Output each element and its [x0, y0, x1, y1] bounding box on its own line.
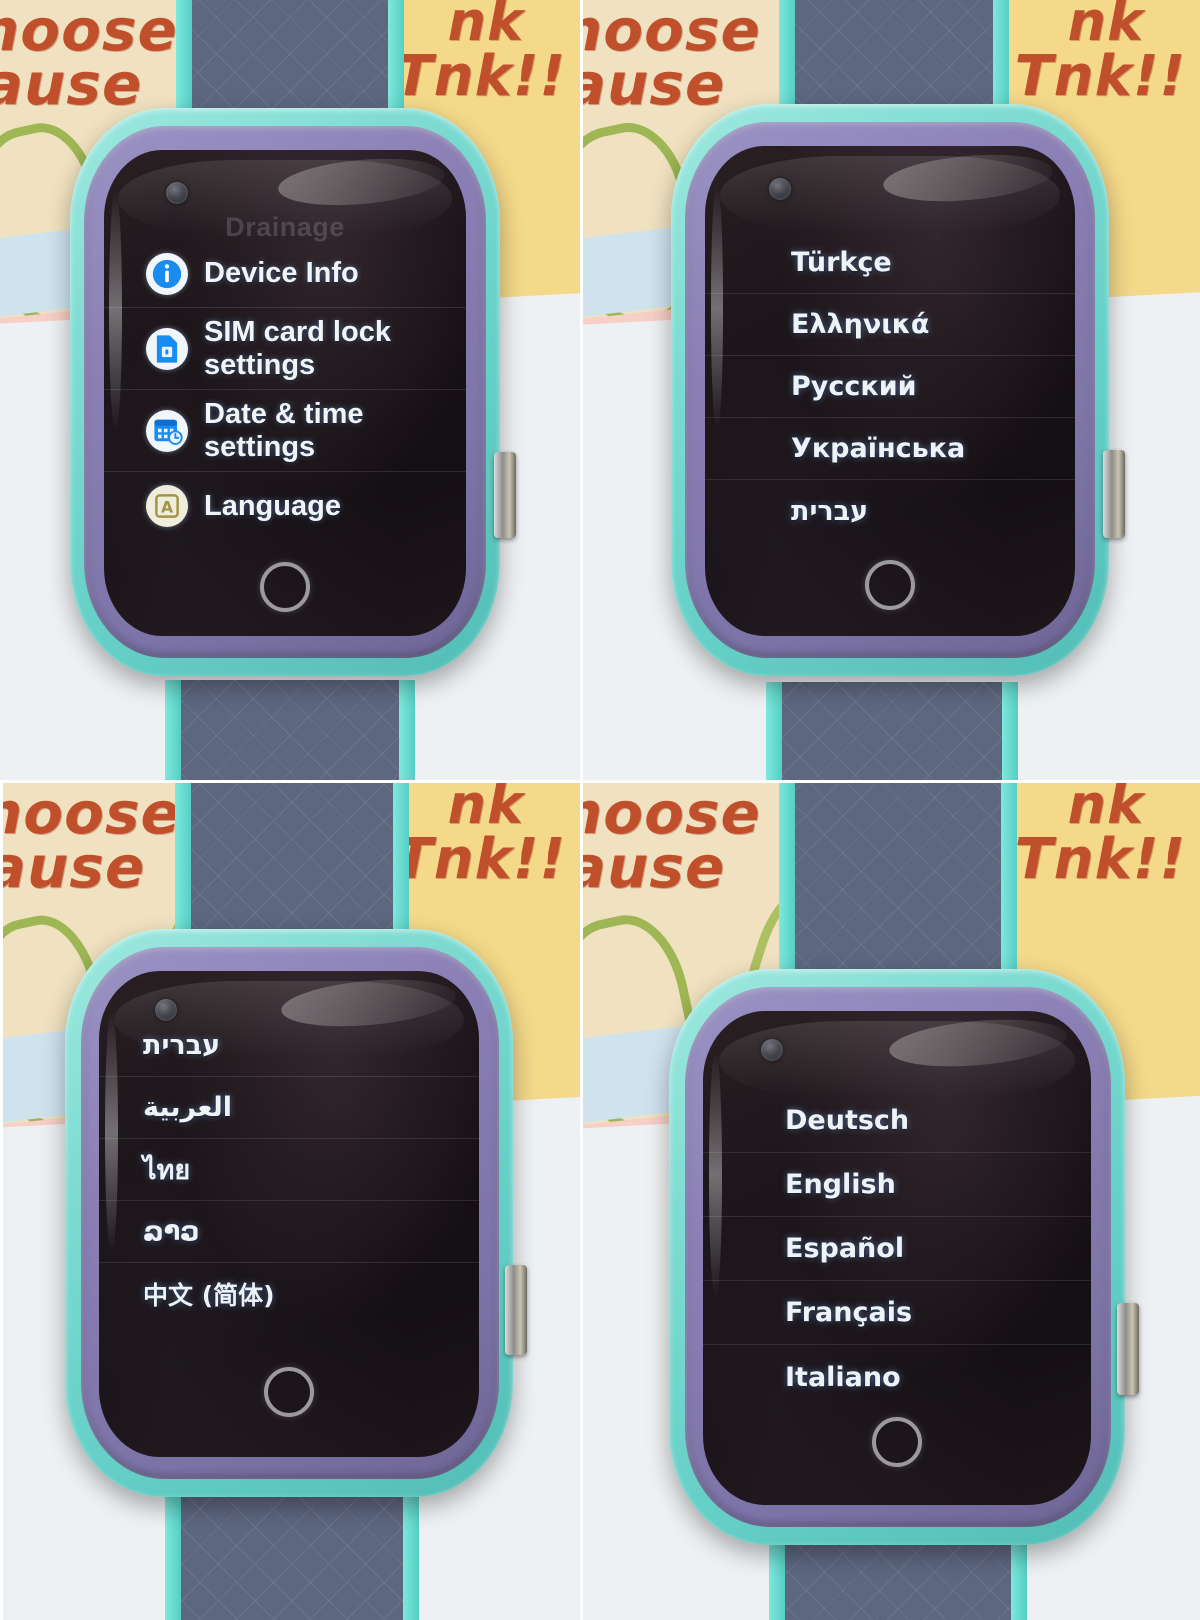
home-button[interactable]: [264, 1367, 314, 1417]
camera-icon: [166, 182, 188, 204]
watch-screen[interactable]: Türkçe Ελληνικά Русский Українська עברית: [705, 146, 1075, 636]
poster-word-ause: ause: [0, 50, 143, 118]
poster-word-ause: ause: [580, 50, 726, 118]
language-item-chinese-simplified[interactable]: 中文 (简体): [99, 1263, 479, 1325]
language-item-hebrew[interactable]: עברית: [99, 1015, 479, 1077]
calendar-clock-icon: [146, 409, 188, 452]
home-button[interactable]: [865, 560, 915, 610]
menu-item-label: Date & time settings: [204, 398, 364, 463]
screen-glare: [880, 148, 1055, 208]
home-button[interactable]: [872, 1417, 922, 1467]
menu-item-label: Device Info: [204, 257, 359, 290]
language-item-turkce[interactable]: Türkçe: [705, 232, 1075, 294]
language-item-english[interactable]: English: [703, 1153, 1091, 1217]
menu-item-label: Language: [204, 489, 341, 522]
menu-item-label: SIM card lock settings: [204, 316, 391, 381]
language-label: Français: [785, 1297, 913, 1328]
language-item-ellinika[interactable]: Ελληνικά: [705, 294, 1075, 356]
language-item-deutsch[interactable]: Deutsch: [703, 1089, 1091, 1153]
poster-word-tnk: Tnk!!: [394, 44, 566, 109]
watch-strap-bottom: [164, 1483, 419, 1620]
language-item-russkiy[interactable]: Русский: [705, 356, 1075, 418]
menu-item-device-info[interactable]: Device Info: [104, 240, 466, 308]
home-button[interactable]: [260, 562, 310, 612]
camera-icon: [769, 178, 791, 200]
language-label: Ελληνικά: [791, 309, 930, 340]
menu-item-sim-card-lock-settings[interactable]: SIM card lock settings: [104, 308, 466, 390]
menu-item-date-time-settings[interactable]: Date & time settings: [104, 390, 466, 472]
watch-side-button[interactable]: [1117, 1303, 1139, 1395]
poster-word-ause: ause: [0, 833, 146, 901]
watch-strap-top: [778, 783, 1017, 983]
language-label: Español: [785, 1233, 905, 1264]
language-label: ไทย: [143, 1155, 191, 1186]
watch-side-button[interactable]: [505, 1265, 527, 1355]
language-label: English: [785, 1169, 896, 1200]
language-item-espanol[interactable]: Español: [703, 1217, 1091, 1281]
language-item-lao[interactable]: ລາວ: [99, 1201, 479, 1263]
language-item-italiano[interactable]: Italiano: [703, 1345, 1091, 1409]
language-a-icon: A: [146, 485, 188, 527]
language-item-hebrew[interactable]: עברית: [705, 480, 1075, 542]
screenshot-grid: hoose ause nk Tnk!! Drainage D: [0, 0, 1200, 1620]
panel-settings-menu: hoose ause nk Tnk!! Drainage D: [0, 0, 580, 780]
screen-glare: [276, 152, 446, 211]
watch-side-button[interactable]: [494, 452, 516, 538]
language-label: 中文 (简体): [143, 1281, 275, 1310]
language-label: Українська: [791, 433, 966, 464]
panel-language-list-1: hoose ause nk Tnk!! Türkçe Ελληνικά Русс…: [580, 0, 1200, 780]
watch-side-button[interactable]: [1103, 450, 1125, 538]
sim-card-icon: [146, 327, 188, 370]
watch-strap-bottom: [165, 680, 415, 780]
watch-screen[interactable]: Deutsch English Español Français Italian…: [703, 1011, 1091, 1505]
language-label: ລາວ: [143, 1216, 200, 1247]
watch-strap-top: [174, 783, 409, 953]
poster-word-ause: ause: [580, 833, 726, 901]
language-label: Italiano: [785, 1361, 901, 1393]
language-label: العربية: [143, 1092, 232, 1123]
language-label: Türkçe: [791, 247, 892, 278]
menu-ghost-item: Drainage: [225, 212, 345, 242]
panel-language-list-2: hoose ause nk Tnk!! עברית العربية ไทย ລາ…: [0, 780, 580, 1620]
info-circle-icon: [146, 252, 188, 295]
watch-screen[interactable]: Drainage Device Info SIM card lock setti…: [104, 150, 466, 636]
language-item-francais[interactable]: Français: [703, 1281, 1091, 1345]
svg-text:A: A: [161, 498, 173, 516]
poster-word-tnk: Tnk!!: [394, 827, 566, 892]
language-label: Deutsch: [785, 1105, 910, 1136]
screen-glare: [887, 1013, 1070, 1074]
panel-language-list-3: hoose ause nk Tnk!! Deutsch English Espa…: [580, 780, 1200, 1620]
language-label: עברית: [791, 495, 869, 527]
camera-icon: [761, 1039, 783, 1061]
language-item-thai[interactable]: ไทย: [99, 1139, 479, 1201]
language-label: עברית: [143, 1030, 221, 1061]
poster-word-tnk: Tnk!!: [1014, 44, 1186, 109]
language-item-arabic[interactable]: العربية: [99, 1077, 479, 1139]
watch-strap-bottom: [765, 682, 1018, 780]
poster-word-tnk: Tnk!!: [1014, 827, 1186, 892]
language-label: Русский: [791, 371, 917, 402]
language-item-ukrainska[interactable]: Українська: [705, 418, 1075, 480]
watch-screen[interactable]: עברית العربية ไทย ລາວ 中文 (简体): [99, 971, 479, 1457]
menu-item-language[interactable]: A Language: [104, 472, 466, 540]
